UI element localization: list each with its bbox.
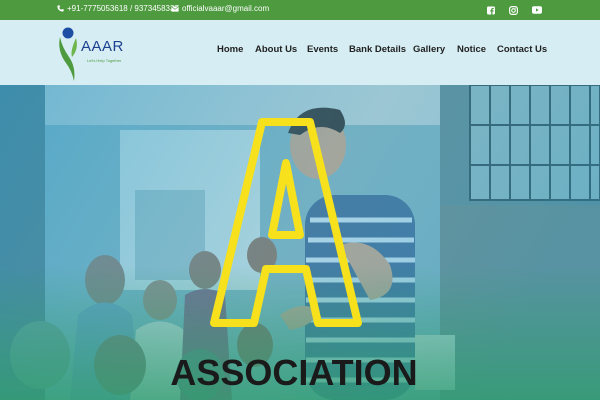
email-contact[interactable]: officialvaaar@gmail.com [171, 4, 269, 13]
nav-gallery[interactable]: Gallery [413, 44, 445, 55]
envelope-icon [171, 5, 179, 12]
hero-caption: ASSOCIATION [170, 352, 417, 393]
phone-numbers: +91-7775053618 / 9373458337 [67, 4, 179, 13]
facebook-icon[interactable] [484, 3, 498, 17]
logo-name: AAAR [81, 38, 124, 55]
phone-contact[interactable]: +91-7775053618 / 9373458337 [57, 4, 179, 13]
hero-banner: ASSOCIATION [0, 85, 600, 400]
nav-notice[interactable]: Notice [457, 44, 486, 55]
nav-bank-details[interactable]: Bank Details [349, 44, 406, 55]
nav-home[interactable]: Home [217, 44, 243, 55]
logo-tagline: Let's Help Together [87, 58, 122, 63]
phone-icon [57, 5, 64, 12]
nav-contact-us[interactable]: Contact Us [497, 44, 547, 55]
logo-figure-icon [59, 27, 77, 81]
site-logo[interactable]: AAAR Let's Help Together [52, 23, 132, 83]
nav-events[interactable]: Events [307, 44, 338, 55]
instagram-icon[interactable] [506, 3, 520, 17]
main-navbar: AAAR Let's Help Together Home About Us E… [0, 20, 600, 85]
top-contact-bar: +91-7775053618 / 9373458337 officialvaaa… [0, 0, 600, 20]
nav-about-us[interactable]: About Us [255, 44, 297, 55]
email-address: officialvaaar@gmail.com [182, 4, 270, 13]
hero-illustration: ASSOCIATION [0, 85, 600, 400]
youtube-icon[interactable] [530, 3, 544, 17]
